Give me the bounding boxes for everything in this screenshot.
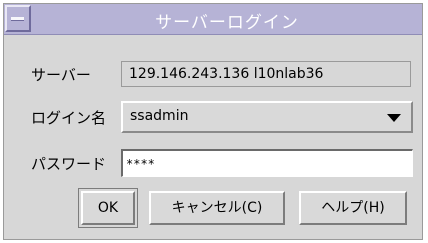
login-dialog: サーバーログイン サーバー 129.146.243.136 l10nlab36 … bbox=[3, 3, 423, 240]
dropdown-arrow-icon bbox=[387, 114, 401, 122]
login-name-value: ssadmin bbox=[130, 108, 189, 124]
server-value-field: 129.146.243.136 l10nlab36 bbox=[121, 61, 411, 87]
server-label: サーバー bbox=[31, 66, 91, 84]
ok-button[interactable]: OK bbox=[81, 191, 135, 225]
window-menu-icon bbox=[11, 17, 24, 21]
title-bar[interactable]: サーバーログイン bbox=[4, 4, 422, 35]
password-input[interactable] bbox=[121, 149, 413, 177]
password-label: パスワード bbox=[31, 155, 107, 173]
login-name-select[interactable]: ssadmin bbox=[121, 101, 413, 133]
login-name-label: ログイン名 bbox=[31, 109, 107, 127]
dialog-title: サーバーログイン bbox=[155, 13, 299, 33]
cancel-button[interactable]: キャンセル(C) bbox=[149, 191, 285, 225]
help-button[interactable]: ヘルプ(H) bbox=[299, 191, 407, 225]
window-menu-button[interactable] bbox=[5, 5, 31, 32]
